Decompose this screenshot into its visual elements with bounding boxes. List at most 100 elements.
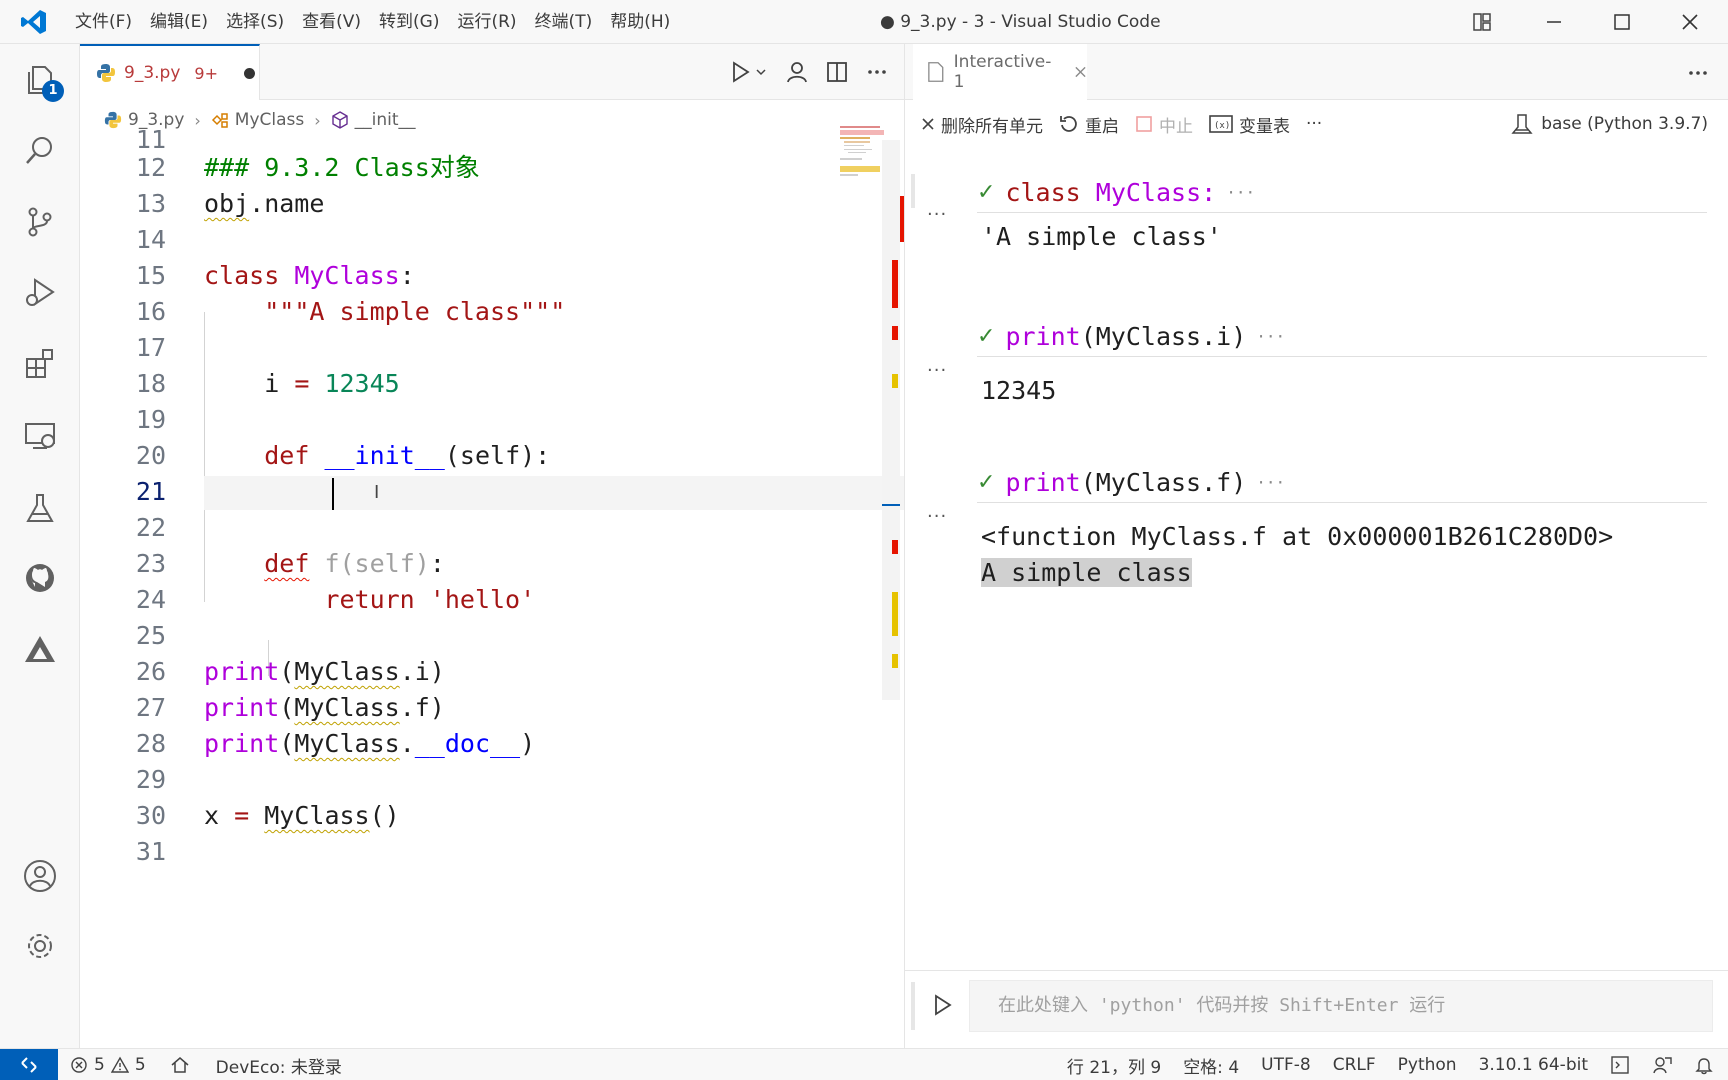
vscode-logo-icon[interactable] [20, 8, 48, 36]
restart-button[interactable]: 重启 [1059, 112, 1119, 137]
home-icon[interactable] [170, 1055, 190, 1075]
tab-interactive-1[interactable]: Interactive-1 [913, 44, 1087, 100]
cell-input[interactable]: ✓ class MyClass: ··· [977, 174, 1255, 210]
account-icon [24, 860, 56, 892]
selected-output-text: A simple class [981, 558, 1192, 587]
collapsed-code-ellipsis-icon[interactable]: ··· [1256, 473, 1285, 492]
interpreter-status[interactable]: 3.10.1 64-bit [1479, 1055, 1588, 1075]
line-number: 24 [135, 585, 166, 614]
line-number: 23 [135, 549, 166, 578]
interrupt-button[interactable]: 中止 [1135, 112, 1193, 137]
run-debug-button[interactable] [18, 270, 62, 314]
code-text: obj.name [204, 189, 325, 218]
layout-control-button[interactable] [1452, 0, 1512, 44]
cursor-position[interactable]: 行 21，列 9 [1067, 1053, 1161, 1078]
menu-terminal[interactable]: 终端(T) [526, 7, 602, 37]
code-editor[interactable]: 11 12 ### 9.3.2 Class对象 13 obj.name 14 15 c… [80, 125, 910, 1048]
line-number: 28 [135, 729, 166, 758]
extensions-button[interactable] [18, 342, 62, 386]
menu-help[interactable]: 帮助(H) [601, 7, 679, 37]
more-actions-button[interactable] [864, 59, 890, 85]
menu-go[interactable]: 转到(G) [370, 7, 448, 37]
python-input-field[interactable]: 在此处键入 'python' 代码并按 Shift+Enter 运行 [969, 980, 1713, 1032]
error-marker [892, 326, 898, 340]
ellipsis-icon: ··· [1306, 114, 1323, 134]
split-editor-button[interactable] [824, 59, 850, 85]
line-number: 27 [135, 693, 166, 722]
minimize-button[interactable] [1524, 0, 1584, 44]
explorer-button[interactable]: 1 [18, 58, 64, 102]
encoding-status[interactable]: UTF-8 [1261, 1055, 1311, 1075]
remote-indicator-button[interactable] [0, 1049, 58, 1080]
code-line: 21 [80, 474, 840, 510]
collapsed-code-ellipsis-icon[interactable]: ··· [1226, 183, 1255, 202]
interactive-tabs: Interactive-1 [905, 44, 1728, 100]
code-text: """A simple class""" [264, 297, 566, 326]
maximize-icon [1614, 14, 1630, 30]
problems-status[interactable]: 5 5 [70, 1055, 146, 1075]
cell-code-text: (MyClass.i) [1080, 321, 1247, 351]
cell-output-menu-icon[interactable]: ··· [927, 204, 947, 225]
indentation-status[interactable]: 空格: 4 [1183, 1053, 1239, 1078]
search-button[interactable] [18, 128, 62, 172]
github-button[interactable] [18, 556, 62, 600]
cell-input[interactable]: ✓ print(MyClass.i) ··· [977, 318, 1285, 354]
kernel-picker[interactable]: base (Python 3.9.7) [1511, 100, 1708, 148]
minimap[interactable] [836, 122, 884, 182]
window-title: ● 9_3.py - 3 - Visual Studio Code [880, 12, 1161, 32]
cell-output-menu-icon[interactable]: ··· [927, 506, 947, 527]
deveco-icon [25, 636, 55, 662]
code-line: 30 x = MyClass() [80, 798, 840, 834]
run-python-button[interactable] [730, 59, 770, 85]
terminal-icon[interactable] [1610, 1055, 1630, 1075]
menu-selection[interactable]: 选择(S) [217, 7, 293, 37]
remote-explorer-button[interactable] [18, 414, 62, 458]
eol-status[interactable]: CRLF [1333, 1055, 1376, 1075]
error-marker [892, 540, 898, 554]
feedback-icon[interactable] [1652, 1055, 1672, 1075]
menu-view[interactable]: 查看(V) [293, 7, 370, 37]
warning-icon [110, 1056, 129, 1073]
collapsed-code-ellipsis-icon[interactable]: ··· [1256, 327, 1285, 346]
cell-output-menu-icon[interactable]: ··· [927, 360, 947, 381]
menu-file[interactable]: 文件(F) [66, 7, 141, 37]
code-line: 14 [80, 222, 840, 258]
deveco-button[interactable] [18, 628, 62, 672]
toolbar-more-button[interactable]: ··· [1306, 114, 1322, 134]
error-marker [892, 260, 898, 308]
cell-output: <function MyClass.f at 0x000001B261C280D… [981, 522, 1614, 551]
code-text: return 'hello' [324, 585, 536, 614]
line-number: 30 [135, 801, 166, 830]
bell-icon[interactable] [1694, 1055, 1714, 1075]
variables-button[interactable]: (x) 变量表 [1209, 112, 1290, 137]
source-control-button[interactable] [18, 200, 62, 244]
menu-edit[interactable]: 编辑(E) [141, 7, 217, 37]
cell-error-bar [900, 196, 904, 242]
accounts-button[interactable] [18, 854, 62, 898]
tab-9-3-py[interactable]: 9_3.py 9+ [80, 44, 260, 100]
menu-run[interactable]: 运行(R) [448, 7, 525, 37]
cell-input[interactable]: ✓ print(MyClass.f) ··· [977, 464, 1285, 500]
close-icon[interactable] [1074, 65, 1087, 79]
maximize-button[interactable] [1592, 0, 1652, 44]
code-line: 16 """A simple class""" [80, 294, 840, 330]
error-icon [71, 1057, 87, 1073]
unsaved-dot-icon[interactable] [243, 67, 255, 79]
close-window-button[interactable] [1660, 0, 1720, 44]
minimize-icon [1547, 21, 1561, 23]
ellipsis-icon[interactable] [1687, 62, 1709, 84]
run-cell-play-icon[interactable] [933, 994, 953, 1016]
status-right: 行 21，列 9 空格: 4 UTF-8 CRLF Python 3.10.1 … [1067, 1049, 1714, 1080]
code-line: 24 return 'hello' [80, 582, 840, 618]
manage-button[interactable] [18, 924, 62, 968]
testing-button[interactable] [18, 486, 62, 530]
github-icon [26, 564, 54, 592]
language-mode[interactable]: Python [1398, 1055, 1457, 1075]
account-action-button[interactable] [784, 59, 810, 85]
deveco-status[interactable]: DevEco: 未登录 [216, 1053, 342, 1078]
clear-all-button[interactable]: 删除所有单元 [921, 112, 1043, 137]
line-number: 18 [135, 369, 166, 398]
code-line: 27 print(MyClass.f) [80, 690, 840, 726]
source-control-icon [28, 207, 52, 237]
tab-label: 9_3.py [124, 63, 181, 83]
